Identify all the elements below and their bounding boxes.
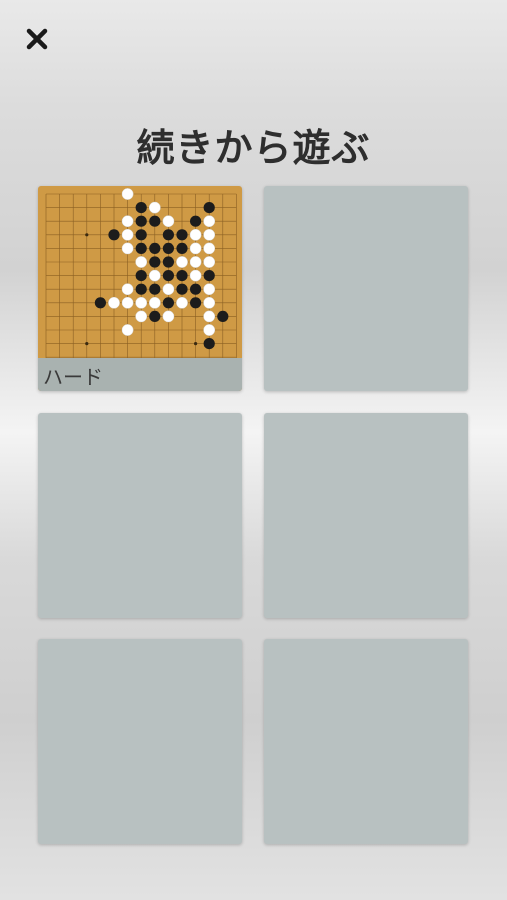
white-stone — [121, 188, 134, 200]
white-stone — [176, 296, 188, 309]
white-stone — [135, 296, 148, 309]
black-stone — [135, 242, 147, 254]
black-stone — [135, 270, 147, 282]
black-stone — [217, 310, 229, 322]
save-slot-3[interactable] — [38, 413, 242, 618]
white-stone — [203, 228, 216, 241]
black-stone — [190, 297, 202, 309]
white-stone — [189, 256, 202, 268]
white-stone — [203, 296, 216, 309]
black-stone — [176, 229, 188, 241]
white-stone — [203, 310, 216, 323]
white-stone — [121, 228, 134, 241]
white-stone — [148, 269, 161, 282]
white-stone — [176, 256, 188, 268]
black-stone — [135, 202, 147, 214]
star-point — [85, 342, 89, 346]
black-stone — [149, 242, 161, 254]
save-slot-2[interactable] — [264, 186, 468, 391]
white-stone — [189, 228, 202, 241]
white-stone — [203, 324, 216, 336]
white-stone — [148, 201, 161, 214]
save-slot-5[interactable] — [38, 639, 242, 844]
black-stone — [176, 242, 188, 254]
white-stone — [203, 242, 216, 255]
save-slot-1[interactable]: ハード — [38, 186, 242, 391]
black-stone — [162, 270, 174, 282]
black-stone — [190, 215, 202, 227]
black-stone — [135, 283, 147, 295]
close-button[interactable] — [22, 24, 52, 54]
black-stone — [203, 270, 215, 282]
black-stone — [176, 270, 188, 282]
white-stone — [162, 215, 175, 228]
white-stone — [121, 324, 134, 336]
slot-label-bar: ハード — [38, 358, 242, 391]
black-stone — [149, 310, 161, 322]
black-stone — [190, 283, 202, 295]
black-stone — [149, 283, 161, 295]
black-stone — [108, 229, 120, 241]
black-stone — [135, 215, 147, 227]
white-stone — [189, 242, 202, 255]
black-stone — [149, 256, 161, 268]
white-stone — [203, 283, 216, 296]
white-stone — [189, 269, 202, 282]
black-stone — [203, 338, 215, 350]
white-stone — [121, 296, 134, 309]
white-stone — [121, 283, 134, 296]
white-stone — [148, 296, 161, 309]
white-stone — [135, 256, 148, 268]
white-stone — [162, 310, 175, 323]
white-stone — [162, 283, 175, 296]
star-point — [85, 233, 89, 237]
black-stone — [162, 229, 174, 241]
save-slot-4[interactable] — [264, 413, 468, 618]
star-point — [194, 342, 198, 346]
board-preview — [45, 188, 237, 358]
white-stone — [121, 242, 134, 255]
difficulty-label: ハード — [43, 365, 103, 389]
black-stone — [203, 202, 215, 214]
black-stone — [162, 297, 174, 309]
save-slot-6[interactable] — [264, 639, 468, 844]
black-stone — [94, 297, 106, 309]
white-stone — [135, 310, 148, 323]
black-stone — [176, 283, 188, 295]
close-icon — [26, 28, 48, 50]
white-stone — [108, 296, 120, 309]
black-stone — [162, 256, 174, 268]
black-stone — [149, 215, 161, 227]
page-title: 続きから遊ぶ — [136, 126, 371, 170]
white-stone — [203, 256, 216, 268]
white-stone — [203, 215, 216, 228]
white-stone — [121, 215, 134, 228]
black-stone — [162, 242, 174, 254]
black-stone — [135, 229, 147, 241]
